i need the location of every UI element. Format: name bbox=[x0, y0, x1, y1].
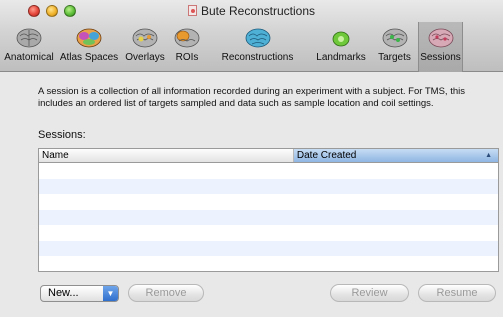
toolbar-label-reconstructions: Reconstructions bbox=[221, 52, 294, 63]
sessions-table[interactable]: Name Date Created ▲ bbox=[38, 148, 499, 272]
column-header-name[interactable]: Name bbox=[39, 149, 294, 162]
toolbar-item-anatomical[interactable]: Anatomical bbox=[0, 22, 58, 72]
toolbar-item-overlays[interactable]: Overlays bbox=[120, 22, 170, 72]
table-row[interactable] bbox=[39, 256, 498, 271]
resume-button[interactable]: Resume bbox=[418, 284, 496, 302]
unified-toolbar: Bute Reconstructions Anatomical Atlas Sp… bbox=[0, 0, 503, 72]
table-row[interactable] bbox=[39, 209, 498, 225]
window-title-bar: Bute Reconstructions bbox=[0, 4, 503, 18]
table-row[interactable] bbox=[39, 178, 498, 194]
toolbar-item-reconstructions[interactable]: Reconstructions bbox=[204, 22, 311, 72]
toolbar-item-atlas-spaces[interactable]: Atlas Spaces bbox=[58, 22, 120, 72]
table-header: Name Date Created ▲ bbox=[39, 149, 498, 163]
brain-overlay-icon bbox=[132, 28, 158, 48]
sessions-label: Sessions: bbox=[38, 129, 86, 141]
toolbar-label-anatomical: Anatomical bbox=[4, 52, 54, 63]
sessions-description: A session is a collection of all informa… bbox=[38, 86, 465, 109]
app-window: Bute Reconstructions Anatomical Atlas Sp… bbox=[0, 0, 503, 317]
brain-sessions-icon bbox=[428, 28, 453, 48]
toolbar-item-sessions[interactable]: Sessions bbox=[418, 22, 463, 72]
document-icon bbox=[187, 5, 197, 16]
table-row[interactable] bbox=[39, 240, 498, 256]
table-row[interactable] bbox=[39, 225, 498, 241]
landmark-green-icon bbox=[332, 31, 350, 47]
toolbar-label-rois: ROIs bbox=[175, 52, 199, 63]
toolbar-label-atlas-spaces: Atlas Spaces bbox=[59, 52, 119, 63]
sort-ascending-icon: ▲ bbox=[485, 152, 492, 159]
toolbar-label-overlays: Overlays bbox=[125, 52, 165, 63]
window-title: Bute Reconstructions bbox=[200, 4, 316, 18]
chevron-down-icon: ▼ bbox=[103, 286, 118, 301]
brain-blue-icon bbox=[245, 28, 270, 48]
toolbar-label-landmarks: Landmarks bbox=[316, 52, 366, 63]
brain-color-icon bbox=[76, 28, 102, 48]
column-header-date-created-label: Date Created bbox=[296, 150, 357, 161]
toolbar-item-landmarks[interactable]: Landmarks bbox=[311, 22, 371, 72]
toolbar-item-rois[interactable]: ROIs bbox=[170, 22, 204, 72]
new-session-label: New... bbox=[48, 287, 79, 299]
remove-button[interactable]: Remove bbox=[128, 284, 204, 302]
new-session-popup-button[interactable]: New... ▼ bbox=[40, 285, 119, 302]
table-body bbox=[39, 163, 498, 271]
column-header-date-created[interactable]: Date Created ▲ bbox=[293, 149, 498, 162]
review-button[interactable]: Review bbox=[330, 284, 409, 302]
brain-roi-icon bbox=[174, 28, 200, 48]
toolbar-item-targets[interactable]: Targets bbox=[371, 22, 418, 72]
brain-targets-icon bbox=[382, 28, 407, 48]
table-row[interactable] bbox=[39, 194, 498, 210]
toolbar-label-targets: Targets bbox=[378, 52, 411, 63]
table-row[interactable] bbox=[39, 163, 498, 179]
brain-gray-icon bbox=[16, 28, 42, 48]
toolbar-label-sessions: Sessions bbox=[420, 52, 461, 63]
